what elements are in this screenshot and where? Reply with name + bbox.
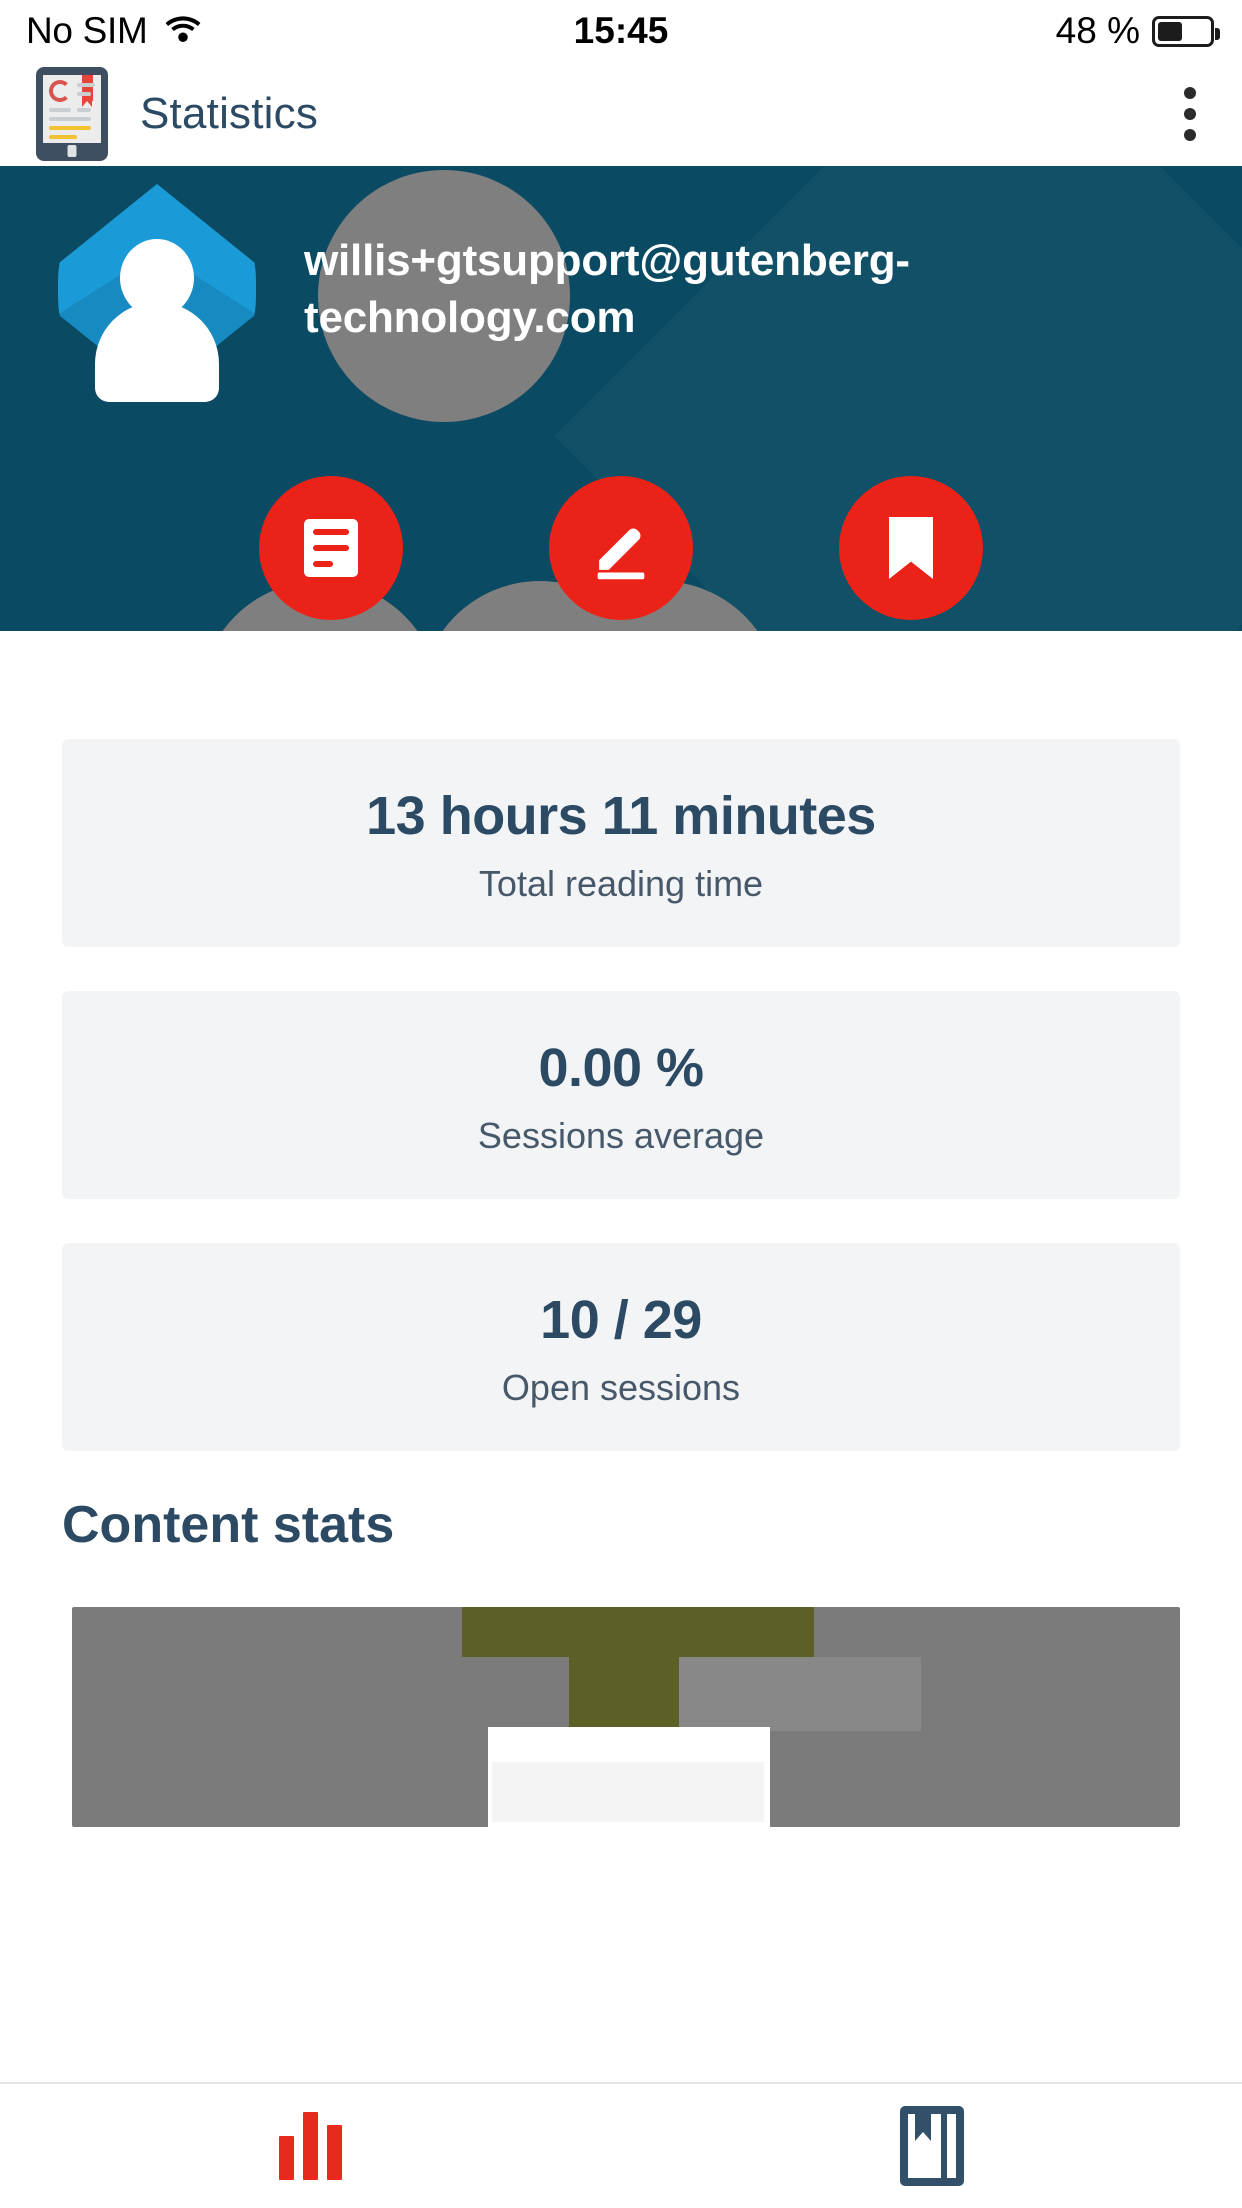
highlights-action[interactable]: Highlights (11) [513,476,729,631]
user-avatar-icon[interactable] [58,184,256,402]
notes-action[interactable]: Notes (5) [223,476,439,631]
stat-label: Open sessions [501,1367,741,1408]
status-bar-left: No SIM [26,10,202,52]
stat-value: 13 hours 11 minutes [366,786,876,846]
hero-actions: Notes (5) Highlights (11) Bookmarks (6) [0,476,1242,631]
nav-item-statistics[interactable] [0,2084,621,2208]
stat-cards: 13 hours 11 minutes Total reading time 0… [0,631,1242,1451]
status-bar-right: 48 % [1055,10,1220,52]
stat-card: 10 / 29 Open sessions [62,1243,1180,1451]
book-icon [899,2106,964,2186]
bookmarks-action[interactable]: Bookmarks (6) [803,476,1019,631]
page-title: Statistics [140,89,319,138]
status-bar: No SIM 15:45 48 % [0,0,1242,62]
profile-hero: willis+gtsupport@gutenberg-technology.co… [0,166,1242,631]
bar-chart-icon [278,2112,343,2180]
stat-value: 10 / 29 [540,1290,702,1350]
bookmarks-button[interactable] [839,476,983,620]
stat-label: Total reading time [478,863,764,904]
carrier-label: No SIM [26,10,148,51]
battery-percent-label: 48 % [1055,10,1140,51]
stat-card: 13 hours 11 minutes Total reading time [62,739,1180,947]
stat-label: Sessions average [477,1115,765,1156]
content-stats-image [72,1607,1180,1827]
notes-button[interactable] [259,476,403,620]
bookmark-icon [889,517,933,579]
overflow-menu-icon[interactable] [1172,75,1208,153]
pencil-highlight-icon [586,513,656,583]
content-stats-heading: Content stats [62,1496,395,1554]
app-bar: Statistics [0,62,1242,166]
battery-icon [1152,15,1220,47]
highlights-button[interactable] [549,476,693,620]
notes-icon [304,519,358,577]
profile-row: willis+gtsupport@gutenberg-technology.co… [0,184,1242,402]
nav-item-library[interactable] [621,2084,1242,2208]
bottom-navigation [0,2082,1242,2208]
user-email-label: willis+gtsupport@gutenberg-technology.co… [304,235,910,342]
stat-value: 0.00 % [538,1038,704,1098]
ebook-reader-icon [36,67,108,161]
stat-card: 0.00 % Sessions average [62,991,1180,1199]
wifi-icon [164,14,202,49]
stats-content: 13 hours 11 minutes Total reading time 0… [0,631,1242,2082]
